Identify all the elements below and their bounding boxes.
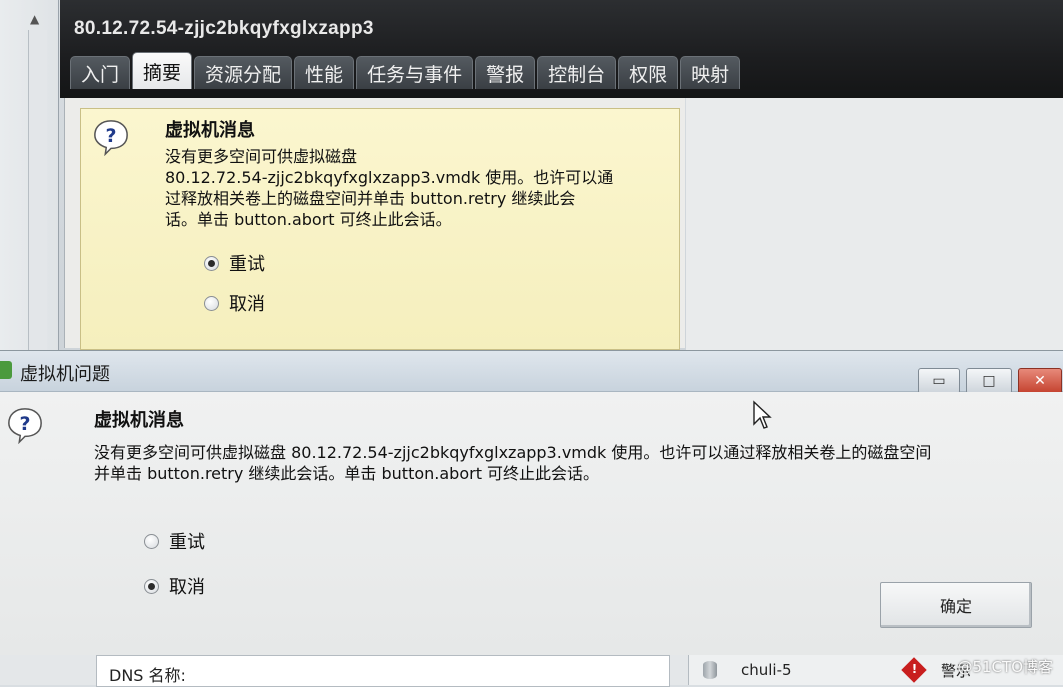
warning-icon: ! xyxy=(901,657,927,683)
summary-message-body: 没有更多空间可供虚拟磁盘 80.12.72.54-zjjc2bkqyfxglxz… xyxy=(165,146,675,230)
radio-button[interactable] xyxy=(204,295,219,311)
dialog-radio-cancel[interactable]: 取消 xyxy=(144,573,205,599)
dialog-radio-retry[interactable]: 重试 xyxy=(144,528,205,554)
question-icon: ? xyxy=(6,406,44,445)
tab-console[interactable]: 控制台 xyxy=(537,56,617,89)
watermark: @51CTO博客 xyxy=(957,658,1053,676)
scroll-up-arrow[interactable]: ▲ xyxy=(30,12,39,26)
minimize-button[interactable]: ▭ xyxy=(918,368,960,394)
tab-permissions[interactable]: 权限 xyxy=(618,56,679,89)
radio-label: 取消 xyxy=(169,577,205,598)
tab-maps[interactable]: 映射 xyxy=(680,56,741,89)
summary-message-title: 虚拟机消息 xyxy=(165,120,255,141)
ok-button[interactable]: 确定 xyxy=(880,582,1032,628)
vm-title: 80.12.72.54-zjjc2bkqyfxglxzapp3 xyxy=(74,18,374,39)
mouse-cursor-icon xyxy=(753,400,772,429)
radio-label: 重试 xyxy=(229,254,265,275)
radio-label: 重试 xyxy=(169,532,205,553)
svg-text:?: ? xyxy=(19,413,30,435)
close-button[interactable]: ✕ xyxy=(1018,368,1062,394)
summary-radio-retry[interactable]: 重试 xyxy=(204,250,265,276)
tab-performance[interactable]: 性能 xyxy=(294,56,355,89)
tab-tasks-events[interactable]: 任务与事件 xyxy=(356,56,474,89)
summary-body-line: 没有更多空间可供虚拟磁盘 xyxy=(165,147,358,166)
svg-text:?: ? xyxy=(105,125,116,147)
radio-label: 取消 xyxy=(229,294,265,315)
summary-body-line: 话。单击 button.abort 可终止此会话。 xyxy=(165,210,452,229)
database-icon xyxy=(703,661,717,679)
summary-radio-cancel[interactable]: 取消 xyxy=(204,290,265,316)
dialog-body-line: 没有更多空间可供虚拟磁盘 80.12.72.54-zjjc2bkqyfxglxz… xyxy=(94,443,932,462)
radio-button[interactable] xyxy=(204,255,219,271)
maximize-button[interactable]: □ xyxy=(966,368,1012,394)
tab-resource-allocation[interactable]: 资源分配 xyxy=(194,56,293,89)
summary-body-line: 80.12.72.54-zjjc2bkqyfxglxzapp3.vmdk 使用。… xyxy=(165,168,614,187)
radio-button[interactable] xyxy=(144,533,159,549)
tab-alarms[interactable]: 警报 xyxy=(475,56,536,89)
dialog-title: 虚拟机问题 xyxy=(20,364,110,385)
dialog-body-line: 并单击 button.retry 继续此会话。单击 button.abort 可… xyxy=(94,464,600,483)
dialog-message-title: 虚拟机消息 xyxy=(94,410,184,431)
summary-details-strip: DNS 名称: chuli-5 ! 警示 @51CTO博客 xyxy=(0,655,1063,687)
datastore-name: chuli-5 xyxy=(741,661,792,679)
tab-getting-started[interactable]: 入门 xyxy=(70,56,131,89)
tab-bar: 入门 摘要 资源分配 性能 任务与事件 警报 控制台 权限 映射 xyxy=(70,52,741,89)
app-icon xyxy=(0,361,12,379)
dns-name-row: DNS 名称: xyxy=(96,655,670,687)
summary-body-line: 过释放相关卷上的磁盘空间并单击 button.retry 继续此会 xyxy=(165,189,576,208)
dialog-titlebar[interactable]: 虚拟机问题 ▭ □ ✕ xyxy=(0,351,1063,394)
tab-summary[interactable]: 摘要 xyxy=(132,52,193,89)
radio-button[interactable] xyxy=(144,578,159,594)
vm-header: 80.12.72.54-zjjc2bkqyfxglxzapp3 入门 摘要 资源… xyxy=(60,0,1063,98)
dialog-message-body: 没有更多空间可供虚拟磁盘 80.12.72.54-zjjc2bkqyfxglxz… xyxy=(94,442,1044,484)
dns-name-label: DNS 名称: xyxy=(109,666,186,685)
summary-right-area xyxy=(686,98,1063,350)
question-icon: ? xyxy=(92,118,130,157)
